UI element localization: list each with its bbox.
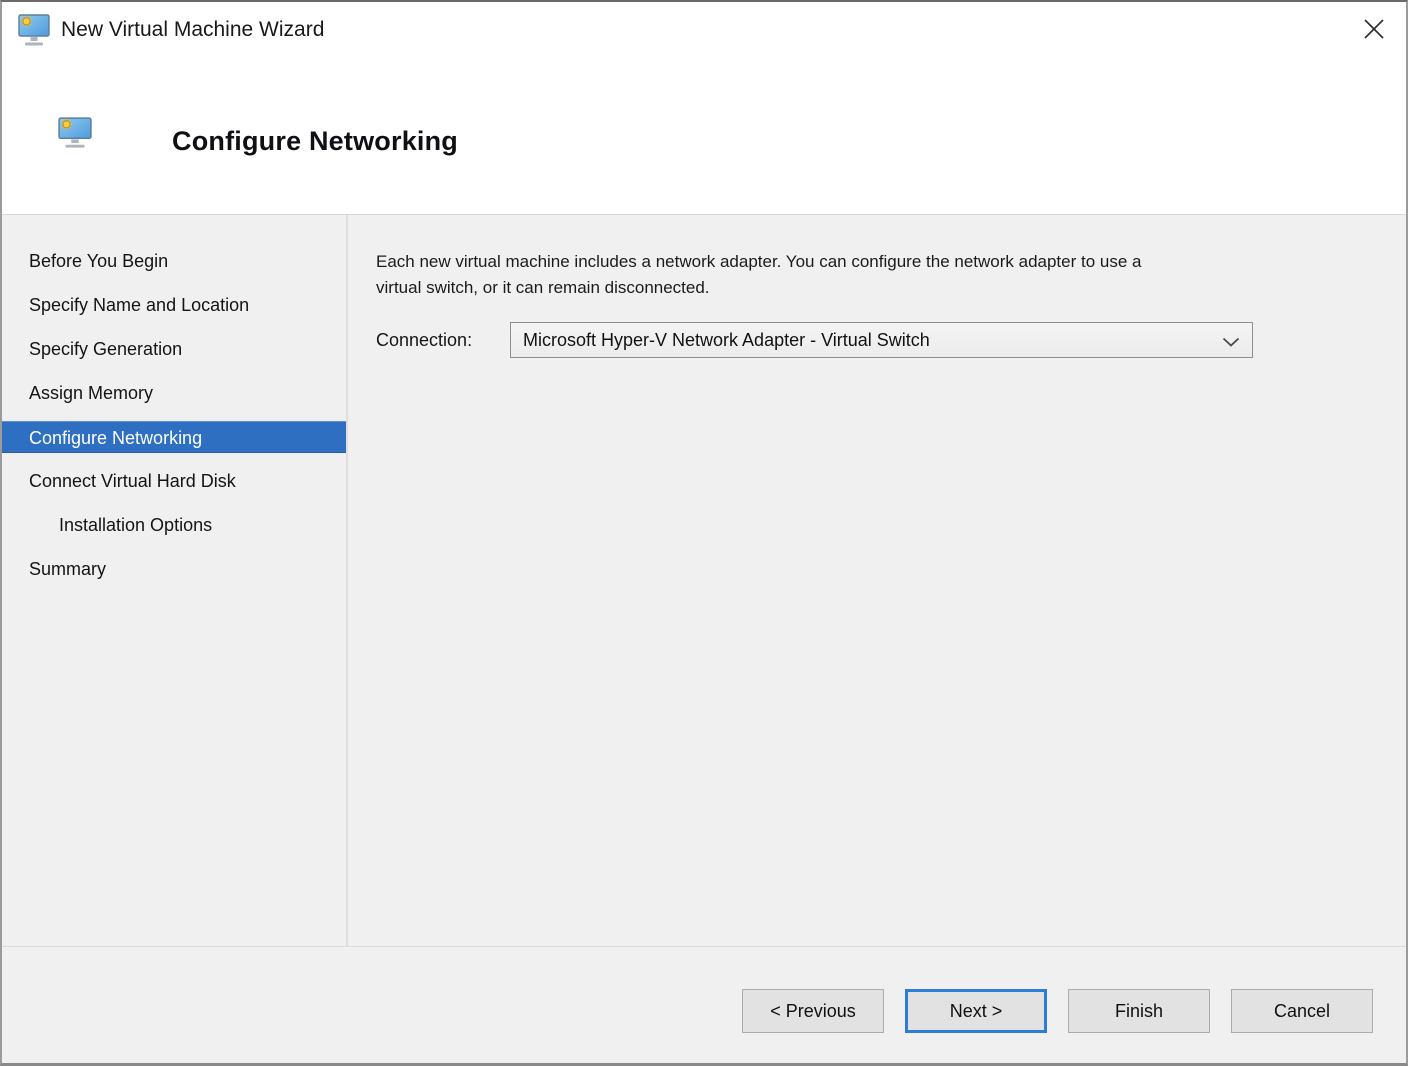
sidebar-item-summary: Summary xyxy=(2,553,346,585)
wizard-body: Before You Begin Specify Name and Locati… xyxy=(2,214,1406,948)
cancel-button[interactable]: Cancel xyxy=(1231,989,1373,1033)
connection-row: Connection: Microsoft Hyper-V Network Ad… xyxy=(376,322,1368,358)
previous-button[interactable]: < Previous xyxy=(742,989,884,1033)
finish-button[interactable]: Finish xyxy=(1068,989,1210,1033)
wizard-steps-sidebar: Before You Begin Specify Name and Locati… xyxy=(2,215,348,948)
vm-monitor-icon xyxy=(18,13,50,49)
connection-selected-value: Microsoft Hyper-V Network Adapter - Virt… xyxy=(523,330,1222,351)
chevron-down-icon xyxy=(1222,335,1240,346)
sidebar-item-configure-networking: Configure Networking xyxy=(2,421,346,453)
sidebar-item-connect-virtual-hard-disk: Connect Virtual Hard Disk xyxy=(2,465,346,497)
window-title: New Virtual Machine Wizard xyxy=(61,18,324,42)
vm-monitor-icon-small xyxy=(58,116,92,150)
page-title: Configure Networking xyxy=(172,126,458,157)
new-vm-wizard-window: New Virtual Machine Wizard xyxy=(0,0,1408,1066)
button-bar: < Previous Next > Finish Cancel xyxy=(2,946,1406,1063)
sidebar-item-specify-generation: Specify Generation xyxy=(2,333,346,365)
sidebar-item-installation-options: Installation Options xyxy=(2,509,346,541)
close-button[interactable] xyxy=(1352,8,1396,50)
title-bar: New Virtual Machine Wizard xyxy=(2,2,1406,58)
sidebar-item-assign-memory: Assign Memory xyxy=(2,377,346,409)
wizard-header: Configure Networking xyxy=(2,58,1406,214)
sidebar-item-before-you-begin: Before You Begin xyxy=(2,245,346,277)
connection-label: Connection: xyxy=(376,330,510,351)
description-text: Each new virtual machine includes a netw… xyxy=(376,249,1368,301)
next-button[interactable]: Next > xyxy=(905,989,1047,1033)
sidebar-item-specify-name-and-location: Specify Name and Location xyxy=(2,289,346,321)
connection-dropdown[interactable]: Microsoft Hyper-V Network Adapter - Virt… xyxy=(510,322,1253,358)
page-content: Each new virtual machine includes a netw… xyxy=(348,215,1406,948)
